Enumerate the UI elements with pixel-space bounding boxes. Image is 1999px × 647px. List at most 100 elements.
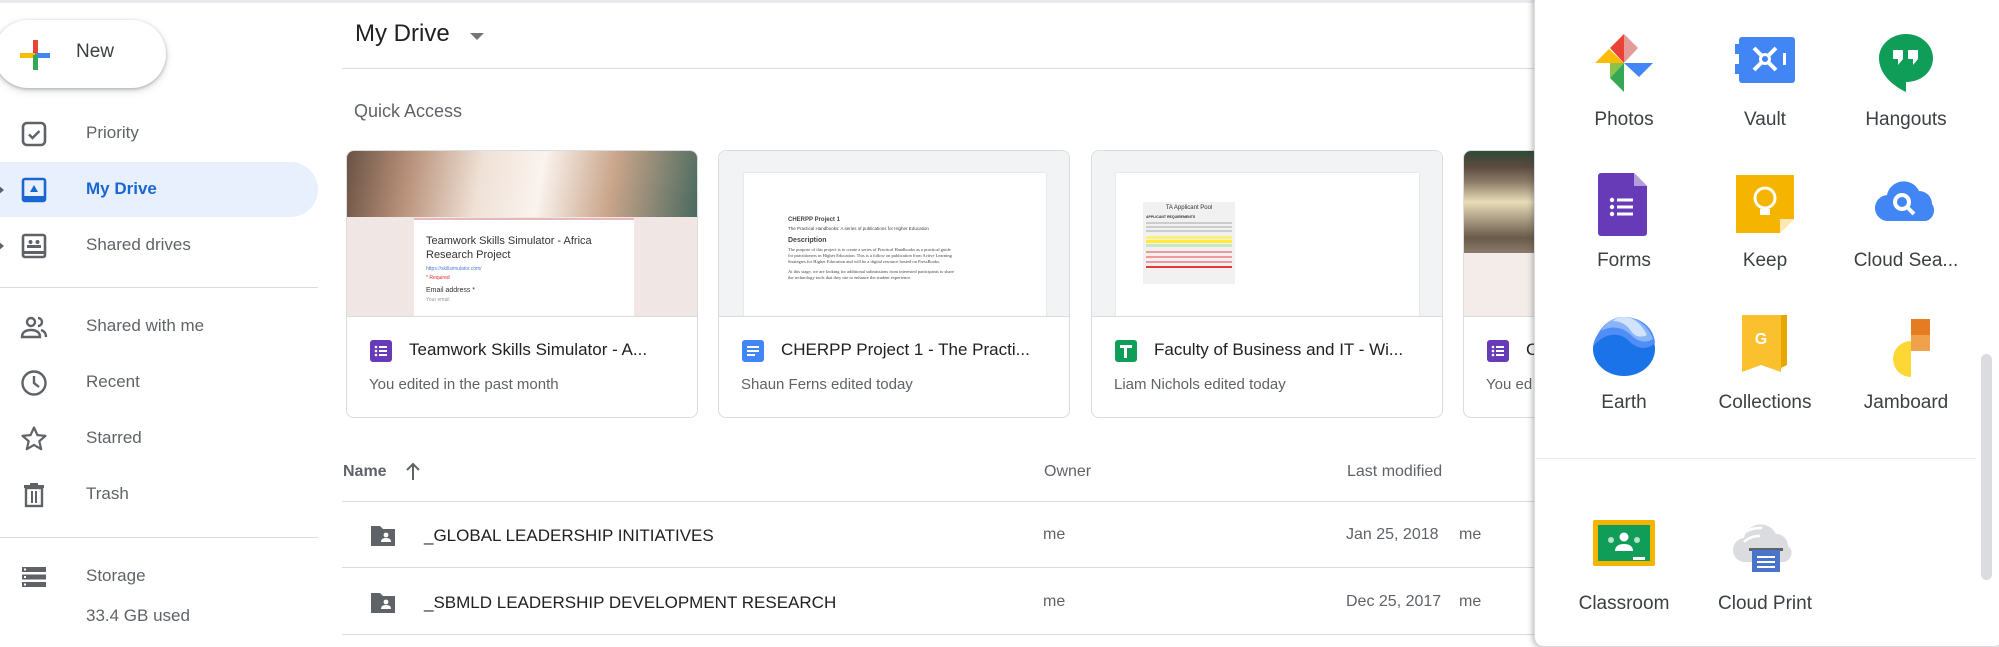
form-preview-title: Teamwork Skills Simulator - Africa Resea…	[426, 235, 592, 261]
app-cloud-search[interactable]: Cloud Sea...	[1836, 169, 1976, 299]
sheet-preview-highlight	[1146, 240, 1232, 243]
collections-icon: G	[1742, 315, 1787, 372]
sheet-preview-section: APPLICANT REQUIREMENTS	[1146, 215, 1196, 219]
forms-file-icon	[370, 340, 392, 362]
app-label: Collections	[1718, 392, 1812, 413]
app-label: Vault	[1744, 109, 1786, 130]
panel-divider	[1536, 458, 1976, 459]
file-row[interactable]: _SBMLD LEADERSHIP DEVELOPMENT RESEARCH m…	[342, 569, 1534, 635]
card-subtitle: You edited in the past month	[369, 376, 559, 393]
sidebar-item-label: Shared drives	[86, 235, 191, 254]
shared-with-me-icon	[20, 316, 48, 339]
sidebar-divider	[0, 537, 318, 538]
sidebar-item-shared-drives[interactable]: Shared drives	[0, 218, 318, 273]
new-button[interactable]: New	[0, 20, 166, 88]
sheet-preview-line	[1146, 222, 1232, 224]
app-label: Hangouts	[1865, 109, 1947, 130]
app-hangouts[interactable]: Hangouts	[1836, 28, 1976, 158]
app-collections[interactable]: G Collections	[1695, 311, 1835, 441]
sidebar-item-my-drive[interactable]: My Drive	[0, 162, 318, 217]
sheet-preview-line	[1146, 226, 1232, 228]
doc-preview-subtitle: The Practical Handbooks: A series of pub…	[788, 226, 929, 231]
arrow-up-icon[interactable]	[404, 462, 422, 482]
sidebar-item-label: Trash	[86, 484, 129, 503]
sheet-preview-line	[1146, 251, 1232, 253]
star-icon	[21, 426, 47, 451]
app-keep[interactable]: Keep	[1695, 169, 1835, 299]
column-header-owner[interactable]: Owner	[1044, 463, 1091, 481]
sidebar-item-priority[interactable]: Priority	[0, 106, 318, 161]
app-photos[interactable]: Photos	[1554, 28, 1694, 158]
sidebar-item-label: Recent	[86, 372, 140, 391]
form-preview: Teamwork Skills Simulator - Africa Resea…	[414, 218, 634, 316]
doc-preview-line: the technology tools that they use to en…	[788, 275, 912, 280]
app-forms[interactable]: Forms	[1554, 169, 1694, 299]
page-title[interactable]: My Drive	[355, 20, 450, 48]
header-divider	[342, 68, 1534, 69]
file-owner: me	[1043, 593, 1066, 610]
doc-preview-line: At this stage, we are looking for additi…	[788, 269, 954, 274]
file-list-header: Name Owner Last modified	[342, 462, 1534, 502]
app-jamboard[interactable]: Jamboard	[1836, 311, 1976, 441]
card-file-name: Faculty of Business and IT - Wi...	[1154, 340, 1404, 359]
cloud-print-icon	[1732, 524, 1792, 572]
file-modified-date: Dec 25, 2017	[1346, 593, 1442, 610]
form-preview-placeholder: Your email	[426, 297, 450, 303]
plus-icon	[20, 40, 50, 70]
app-classroom[interactable]: Classroom	[1554, 512, 1694, 642]
priority-checkbox-icon	[21, 121, 47, 147]
my-drive-icon	[21, 177, 47, 203]
expand-arrow-icon[interactable]	[0, 184, 4, 196]
docs-file-icon	[742, 340, 764, 362]
doc-preview: CHERPP Project 1 The Practical Handbooks…	[744, 173, 1046, 316]
sidebar-item-storage[interactable]: Storage	[0, 549, 318, 604]
shared-folder-icon	[371, 526, 395, 546]
svg-text:G: G	[1755, 331, 1767, 348]
file-name: _SBMLD LEADERSHIP DEVELOPMENT RESEARCH	[424, 593, 837, 612]
doc-preview-heading: Description	[788, 237, 827, 244]
app-label: Forms	[1597, 250, 1651, 271]
sidebar-item-shared-with-me[interactable]: Shared with me	[0, 299, 318, 354]
sidebar-item-label: Shared with me	[86, 316, 205, 335]
expand-arrow-icon[interactable]	[0, 240, 4, 252]
vault-icon	[1735, 37, 1795, 83]
storage-label: Storage	[86, 566, 146, 585]
sheet-preview-line	[1146, 266, 1232, 268]
column-header-last-modified[interactable]: Last modified	[1347, 463, 1442, 481]
sidebar-item-trash[interactable]: Trash	[0, 467, 318, 522]
card-subtitle: Shaun Ferns edited today	[741, 376, 913, 393]
quick-access-label: Quick Access	[354, 101, 463, 121]
clock-icon	[21, 370, 47, 396]
doc-preview-line: Strategies for Higher Education and will…	[788, 259, 941, 264]
app-label: Photos	[1594, 109, 1654, 130]
caret-down-icon[interactable]	[470, 33, 484, 40]
sidebar-item-label: My Drive	[86, 179, 157, 198]
column-header-name[interactable]: Name	[343, 463, 387, 481]
sheet-preview-line	[1146, 256, 1232, 258]
sidebar-item-recent[interactable]: Recent	[0, 355, 318, 410]
quick-access-card[interactable]: Teamwork Skills Simulator - Africa Resea…	[346, 150, 698, 418]
trash-icon	[24, 483, 44, 508]
panel-scrollbar[interactable]	[1981, 354, 1992, 580]
file-row[interactable]: _GLOBAL LEADERSHIP INITIATIVES me Jan 25…	[342, 502, 1534, 568]
photos-icon	[1595, 34, 1653, 92]
card-file-name: Teamwork Skills Simulator - A...	[409, 340, 648, 359]
app-cloud-print[interactable]: Cloud Print	[1695, 512, 1835, 642]
classroom-icon	[1593, 520, 1655, 566]
quick-access-card[interactable]: CHERPP Project 1 The Practical Handbooks…	[718, 150, 1070, 418]
shared-drives-icon	[21, 233, 47, 259]
earth-icon	[1593, 317, 1655, 376]
sidebar-item-starred[interactable]: Starred	[0, 411, 318, 466]
card-thumbnail: CHERPP Project 1 The Practical Handbooks…	[719, 151, 1069, 317]
app-earth[interactable]: Earth	[1554, 311, 1694, 441]
app-label: Cloud Sea...	[1853, 250, 1959, 271]
quick-access-card[interactable]: TA Applicant Pool APPLICANT REQUIREMENTS…	[1091, 150, 1443, 418]
doc-preview-line: The purpose of this project is to create…	[788, 247, 951, 252]
sheet-preview-highlight	[1146, 244, 1232, 247]
app-vault[interactable]: Vault	[1695, 28, 1835, 158]
app-label: Jamboard	[1863, 392, 1949, 413]
app-label: Earth	[1601, 392, 1647, 413]
sheet-preview: TA Applicant Pool APPLICANT REQUIREMENTS	[1116, 173, 1419, 316]
forms-file-icon	[1487, 340, 1509, 362]
sidebar-item-label: Priority	[86, 123, 139, 142]
